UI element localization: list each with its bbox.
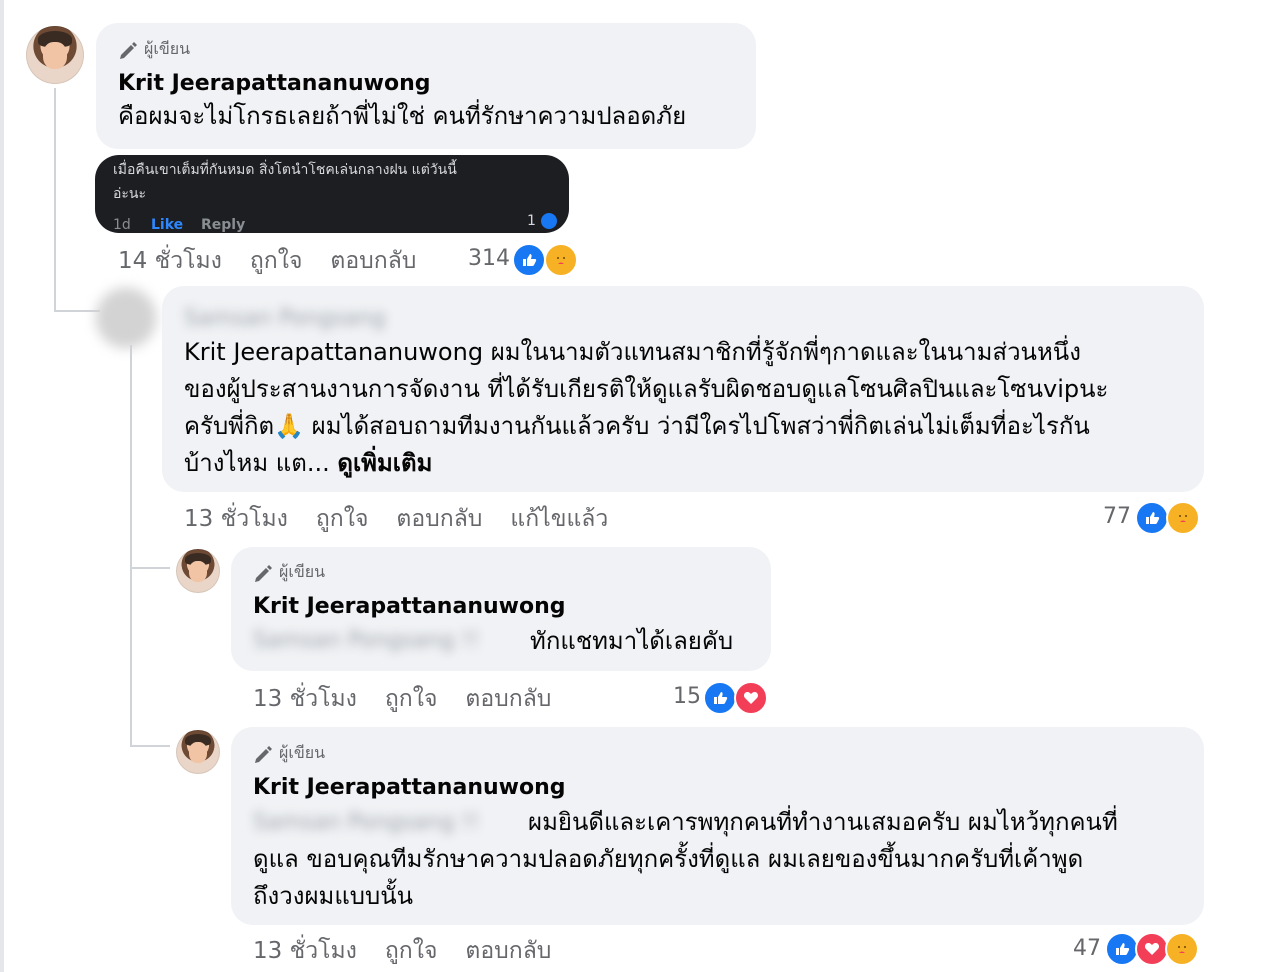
comment-text-line3: ครับพี่กิต🙏 ผมได้สอบถามทีมงานกันแล้วครับ…	[184, 412, 1090, 440]
commenter-name[interactable]: Krit Jeerapattananuwong	[253, 594, 566, 619]
commenter-name[interactable]: Krit Jeerapattananuwong	[253, 775, 566, 800]
comment-timestamp[interactable]: 14 ชั่วโมง	[118, 248, 222, 274]
reaction-count[interactable]: 47	[1073, 936, 1101, 961]
reaction-count[interactable]: 15	[673, 684, 701, 709]
reply-text-line3: ถึงวงผมแบบนั้น	[253, 882, 414, 910]
like-reaction-icon	[703, 681, 737, 715]
author-badge-label: ผู้เขียน	[279, 743, 326, 762]
mention-blurred[interactable]: Samsan Pongsang !!	[253, 810, 479, 835]
thread-line-reply1	[130, 567, 170, 569]
commenter-name-blurred[interactable]: Samsan Pongsang	[184, 306, 385, 331]
attached-text-line1: เมื่อคืนเขาเต็มที่กันหมด สิ่งโตนำโชคเล่น…	[113, 162, 457, 178]
reply-actions: 13 ชั่วโมง ถูกใจ ตอบกลับ	[253, 933, 579, 969]
reaction-count[interactable]: 314	[468, 246, 510, 271]
comment-text-line2: ของผู้ประสานงานการจัดงาน ที่ได้รับเกียรต…	[184, 375, 1109, 403]
love-reaction-icon	[1135, 932, 1169, 966]
comment-text-line4: บ้างไหม แต... ดูเพิ่มเติม	[184, 445, 432, 482]
comment-actions: 14 ชั่วโมง ถูกใจ ตอบกลับ	[118, 243, 444, 279]
reply-button[interactable]: ตอบกลับ	[396, 506, 482, 532]
attached-like: Like	[151, 217, 184, 233]
comment-text-truncated: บ้างไหม แต...	[184, 449, 330, 477]
attached-reply: Reply	[201, 217, 246, 233]
author-avatar[interactable]	[26, 26, 84, 84]
see-more-link[interactable]: ดูเพิ่มเติม	[337, 449, 432, 477]
care-reaction-icon	[1166, 501, 1200, 535]
author-avatar[interactable]	[176, 549, 220, 593]
reply-actions: 13 ชั่วโมง ถูกใจ ตอบกลับ	[253, 681, 579, 717]
attached-text-line2: อ่ะนะ	[113, 186, 147, 202]
comment-actions: 13 ชั่วโมง ถูกใจ ตอบกลับ แก้ไขแล้ว	[184, 501, 636, 537]
comment-timestamp[interactable]: 13 ชั่วโมง	[184, 506, 288, 532]
reply-timestamp[interactable]: 13 ชั่วโมง	[253, 686, 357, 712]
like-button[interactable]: ถูกใจ	[385, 686, 438, 712]
reply-button[interactable]: ตอบกลับ	[330, 248, 416, 274]
attached-count: 1	[527, 213, 536, 229]
love-reaction-icon	[734, 681, 768, 715]
thread-line-branch	[54, 310, 100, 312]
reply-text: ทักแชทมาได้เลยคับ	[530, 627, 734, 655]
author-badge: ผู้เขียน	[118, 37, 190, 62]
thread-line-reply-vertical	[130, 345, 132, 745]
edited-label[interactable]: แก้ไขแล้ว	[510, 506, 608, 532]
like-button[interactable]: ถูกใจ	[316, 506, 369, 532]
care-reaction-icon	[1165, 932, 1199, 966]
like-button[interactable]: ถูกใจ	[385, 938, 438, 964]
like-reaction-icon	[1105, 932, 1139, 966]
like-reaction-icon	[1135, 501, 1169, 535]
pen-icon	[120, 41, 137, 59]
reply-button[interactable]: ตอบกลับ	[465, 938, 551, 964]
thread-line-main	[54, 88, 56, 310]
reply-text-line2: ดูแล ขอบคุณทีมรักษาความปลอดภัยทุกครั้งที…	[253, 845, 1084, 873]
reply-text-line1: ผมยินดีและเคารพทุกคนที่ทำงานเสมอครับ ผมไ…	[528, 808, 1118, 836]
pen-icon	[255, 745, 272, 763]
comment-text: คือผมจะไม่โกรธเลยถ้าพี่ไม่ใช่ คนที่รักษา…	[118, 102, 687, 130]
attached-time: 1d	[113, 217, 131, 233]
author-badge-label: ผู้เขียน	[144, 39, 191, 58]
thread-line-reply2	[130, 745, 170, 747]
like-button[interactable]: ถูกใจ	[250, 248, 303, 274]
author-avatar[interactable]	[176, 730, 220, 774]
pen-icon	[255, 564, 272, 582]
commenter-avatar-blurred[interactable]	[96, 288, 156, 348]
attached-screenshot[interactable]: เมื่อคืนเขาเต็มที่กันหมด สิ่งโตนำโชคเล่น…	[95, 155, 569, 233]
mention-blurred[interactable]: Samsan Pongsang !!	[253, 628, 479, 653]
window-edge	[0, 0, 4, 972]
author-badge-label: ผู้เขียน	[279, 562, 326, 581]
care-reaction-icon	[544, 243, 578, 277]
reply-timestamp[interactable]: 13 ชั่วโมง	[253, 938, 357, 964]
author-badge: ผู้เขียน	[253, 741, 325, 766]
commenter-name[interactable]: Krit Jeerapattananuwong	[118, 71, 431, 96]
attached-like-icon	[541, 213, 557, 229]
author-badge: ผู้เขียน	[253, 560, 325, 585]
reaction-count[interactable]: 77	[1103, 504, 1131, 529]
like-reaction-icon	[512, 243, 546, 277]
comment-text-line1: Krit Jeerapattananuwong ผมในนามตัวแทนสมา…	[184, 338, 1081, 366]
reply-button[interactable]: ตอบกลับ	[465, 686, 551, 712]
